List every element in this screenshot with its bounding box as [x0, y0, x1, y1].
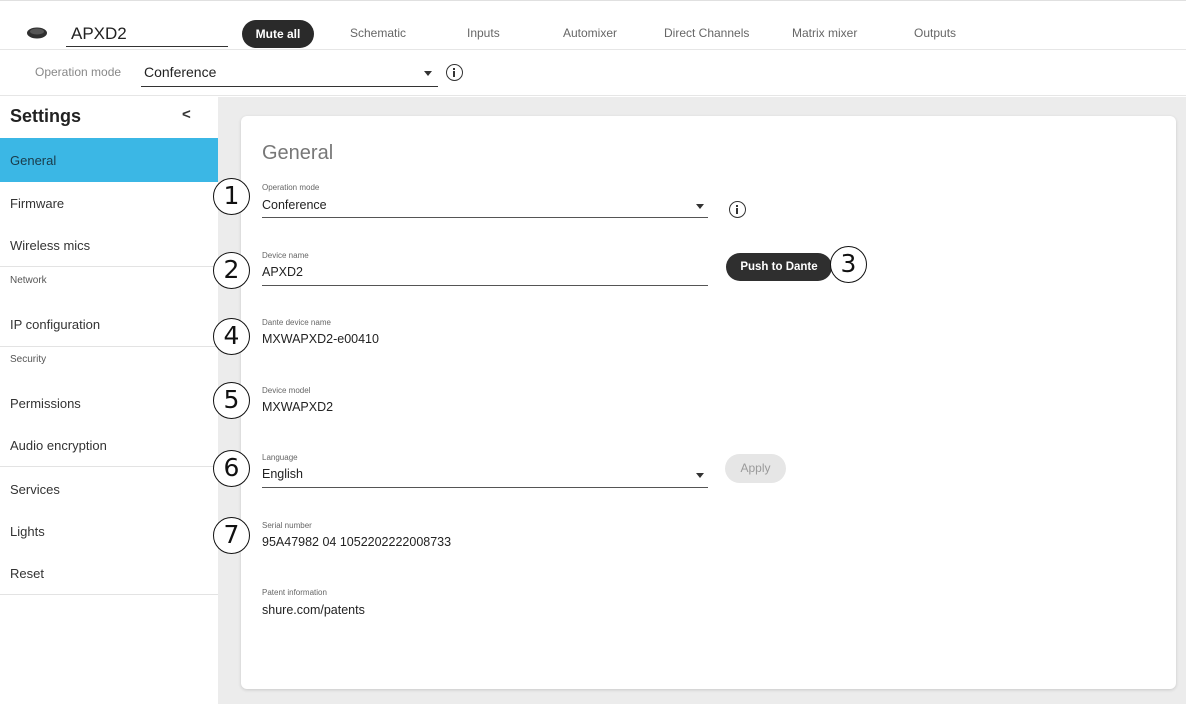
sidebar-item-wireless-mics[interactable]: Wireless mics	[0, 223, 218, 267]
push-to-dante-button[interactable]: Push to Dante	[726, 253, 832, 281]
callout-1: 1	[213, 178, 250, 215]
device-name-field-underline	[262, 285, 708, 286]
settings-sidebar: Settings < General Firmware Wireless mic…	[0, 97, 218, 704]
general-settings-card: General Operation mode Conference Device…	[241, 116, 1176, 689]
callout-3: 3	[830, 246, 867, 283]
sidebar-item-firmware[interactable]: Firmware	[0, 181, 218, 225]
info-icon[interactable]	[729, 201, 746, 218]
tab-schematic[interactable]: Schematic	[350, 26, 406, 40]
sidebar-item-permissions[interactable]: Permissions	[0, 381, 218, 425]
tab-matrix-mixer[interactable]: Matrix mixer	[792, 26, 857, 40]
sidebar-item-ip-configuration[interactable]: IP configuration	[0, 302, 218, 346]
sidebar-item-label: Firmware	[10, 195, 65, 211]
sidebar-item-services[interactable]: Services	[0, 467, 218, 511]
device-name-field[interactable]: APXD2	[66, 21, 228, 47]
chevron-down-icon[interactable]	[696, 473, 704, 478]
sidebar-item-label: Reset	[10, 565, 44, 581]
callout-7: 7	[213, 517, 250, 554]
sidebar-item-label: Permissions	[10, 395, 81, 411]
language-field-underline	[262, 487, 708, 488]
operation-mode-field-label: Operation mode	[262, 183, 320, 192]
serial-number-value: 95A47982 04 1052202222008733	[262, 535, 452, 549]
operation-mode-label: Operation mode	[35, 65, 122, 79]
sidebar-item-label: IP configuration	[10, 316, 101, 332]
callout-2: 2	[213, 252, 250, 289]
info-icon[interactable]	[446, 64, 463, 81]
device-icon	[27, 27, 47, 39]
device-model-value: MXWAPXD2	[262, 400, 334, 414]
sidebar-item-label: Audio encryption	[10, 437, 107, 453]
dante-device-name-value: MXWAPXD2-e00410	[262, 332, 379, 346]
sidebar-item-lights[interactable]: Lights	[0, 509, 218, 553]
patent-information-value: shure.com/patents	[262, 603, 365, 617]
top-bar: APXD2 Mute all Schematic Inputs Automixe…	[0, 0, 1186, 50]
sidebar-item-general[interactable]: General	[0, 138, 218, 182]
language-field-label: Language	[262, 453, 298, 462]
sidebar-item-label: Services	[10, 481, 60, 497]
device-name-input[interactable]: APXD2	[262, 265, 303, 279]
collapse-sidebar-icon[interactable]: <	[182, 106, 191, 123]
language-select[interactable]: English	[262, 467, 303, 481]
page-title: General	[262, 142, 334, 164]
sidebar-section-security: Security	[10, 354, 47, 365]
operation-mode-field-underline	[262, 217, 708, 218]
mute-all-button[interactable]: Mute all	[242, 20, 314, 48]
dante-device-name-label: Dante device name	[262, 318, 331, 327]
sidebar-divider	[0, 346, 218, 347]
chevron-down-icon[interactable]	[424, 71, 432, 76]
sidebar-item-reset[interactable]: Reset	[0, 551, 218, 595]
operation-mode-field-value[interactable]: Conference	[262, 198, 327, 212]
callout-4: 4	[213, 318, 250, 355]
sidebar-title: Settings	[10, 106, 82, 126]
sidebar-divider	[0, 594, 218, 595]
device-model-label: Device model	[262, 386, 311, 395]
apply-button[interactable]: Apply	[725, 454, 786, 483]
operation-mode-bar: Operation mode Conference	[0, 51, 1186, 96]
callout-6: 6	[213, 450, 250, 487]
tab-inputs[interactable]: Inputs	[467, 26, 500, 40]
patent-information-label: Patent information	[262, 588, 327, 597]
main-content: General Operation mode Conference Device…	[218, 97, 1186, 704]
tab-automixer[interactable]: Automixer	[563, 26, 617, 40]
callout-5: 5	[213, 382, 250, 419]
tab-outputs[interactable]: Outputs	[914, 26, 956, 40]
operation-mode-select[interactable]: Conference	[141, 59, 438, 87]
chevron-down-icon[interactable]	[696, 204, 704, 209]
device-name-field-label: Device name	[262, 251, 309, 260]
sidebar-divider	[0, 266, 218, 267]
sidebar-section-network: Network	[10, 275, 47, 286]
sidebar-item-label: General	[10, 152, 57, 168]
tab-direct-channels[interactable]: Direct Channels	[664, 26, 749, 40]
sidebar-item-label: Wireless mics	[10, 237, 91, 253]
sidebar-item-audio-encryption[interactable]: Audio encryption	[0, 423, 218, 467]
sidebar-item-label: Lights	[10, 523, 45, 539]
serial-number-label: Serial number	[262, 521, 312, 530]
